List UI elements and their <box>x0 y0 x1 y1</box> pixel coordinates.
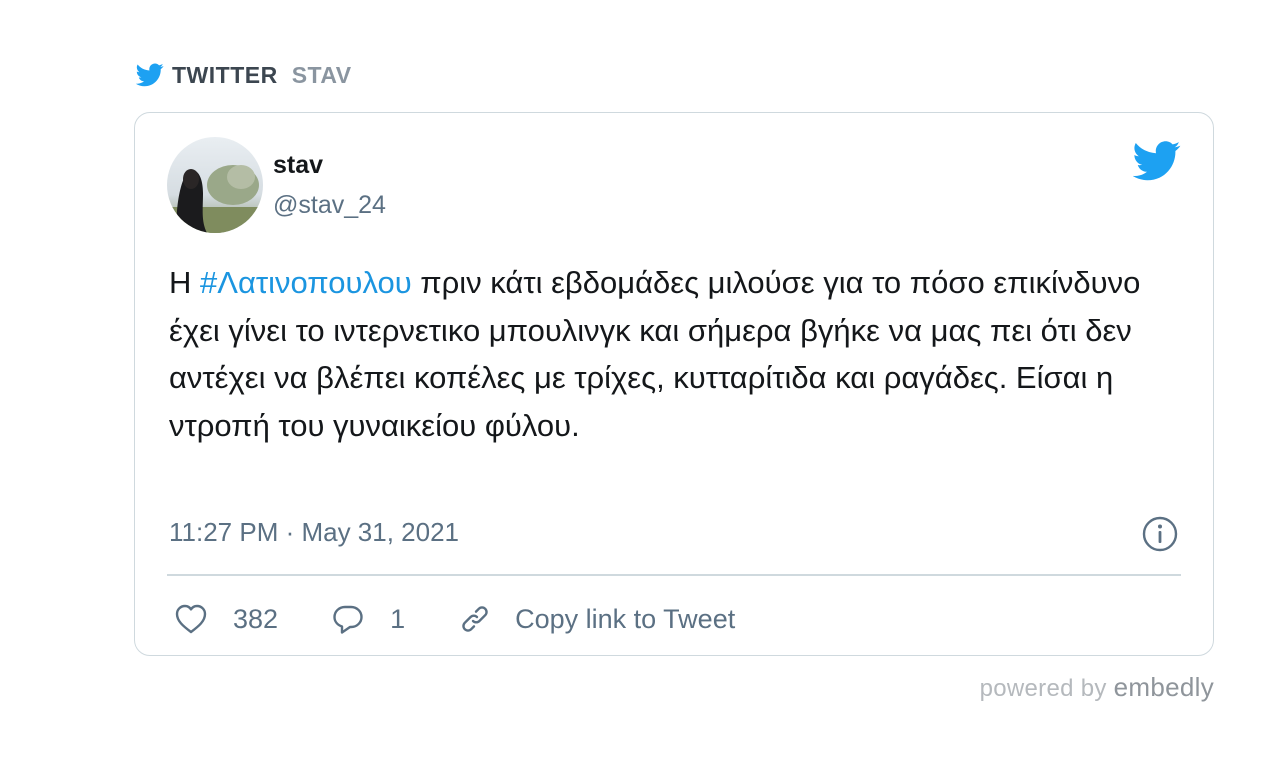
reply-button[interactable]: 1 <box>330 601 405 637</box>
twitter-bird-icon[interactable] <box>1133 141 1181 181</box>
like-count: 382 <box>233 603 279 634</box>
embed-source-header: TWITTER STAV <box>136 60 352 90</box>
reply-bubble-icon <box>333 605 363 634</box>
copy-link-label: Copy link to Tweet <box>515 603 736 634</box>
info-icon[interactable] <box>1141 515 1179 553</box>
source-brand: TWITTER <box>172 61 278 88</box>
embedly-logo: embedly <box>1113 672 1214 702</box>
twitter-bird-icon <box>136 63 164 87</box>
user-handle[interactable]: @stav_24 <box>273 191 386 220</box>
tweet-text-prefix: Η <box>169 265 200 300</box>
avatar[interactable] <box>167 137 263 233</box>
reply-count: 1 <box>390 603 406 634</box>
tweet-actions: 382 1 Copy link to Tweet <box>173 599 787 639</box>
powered-by-label: powered by <box>979 675 1107 702</box>
tweet-timestamp[interactable]: 11:27 PM · May 31, 2021 <box>169 517 459 548</box>
tweet-card[interactable]: stav @stav_24 Η #Λατινοπουλου πριν κάτι … <box>134 112 1214 656</box>
display-name[interactable]: stav <box>273 151 323 180</box>
like-button[interactable]: 382 <box>173 601 278 637</box>
powered-by-embedly[interactable]: powered by embedly <box>980 672 1214 703</box>
link-icon <box>462 606 488 632</box>
divider <box>167 574 1181 576</box>
heart-icon <box>175 604 207 634</box>
source-author[interactable]: STAV <box>292 62 352 89</box>
tweet-text: Η #Λατινοπουλου πριν κάτι εβδομάδες μιλο… <box>169 259 1169 449</box>
copy-link-button[interactable]: Copy link to Tweet <box>457 601 735 637</box>
hashtag-link[interactable]: #Λατινοπουλου <box>200 265 412 300</box>
